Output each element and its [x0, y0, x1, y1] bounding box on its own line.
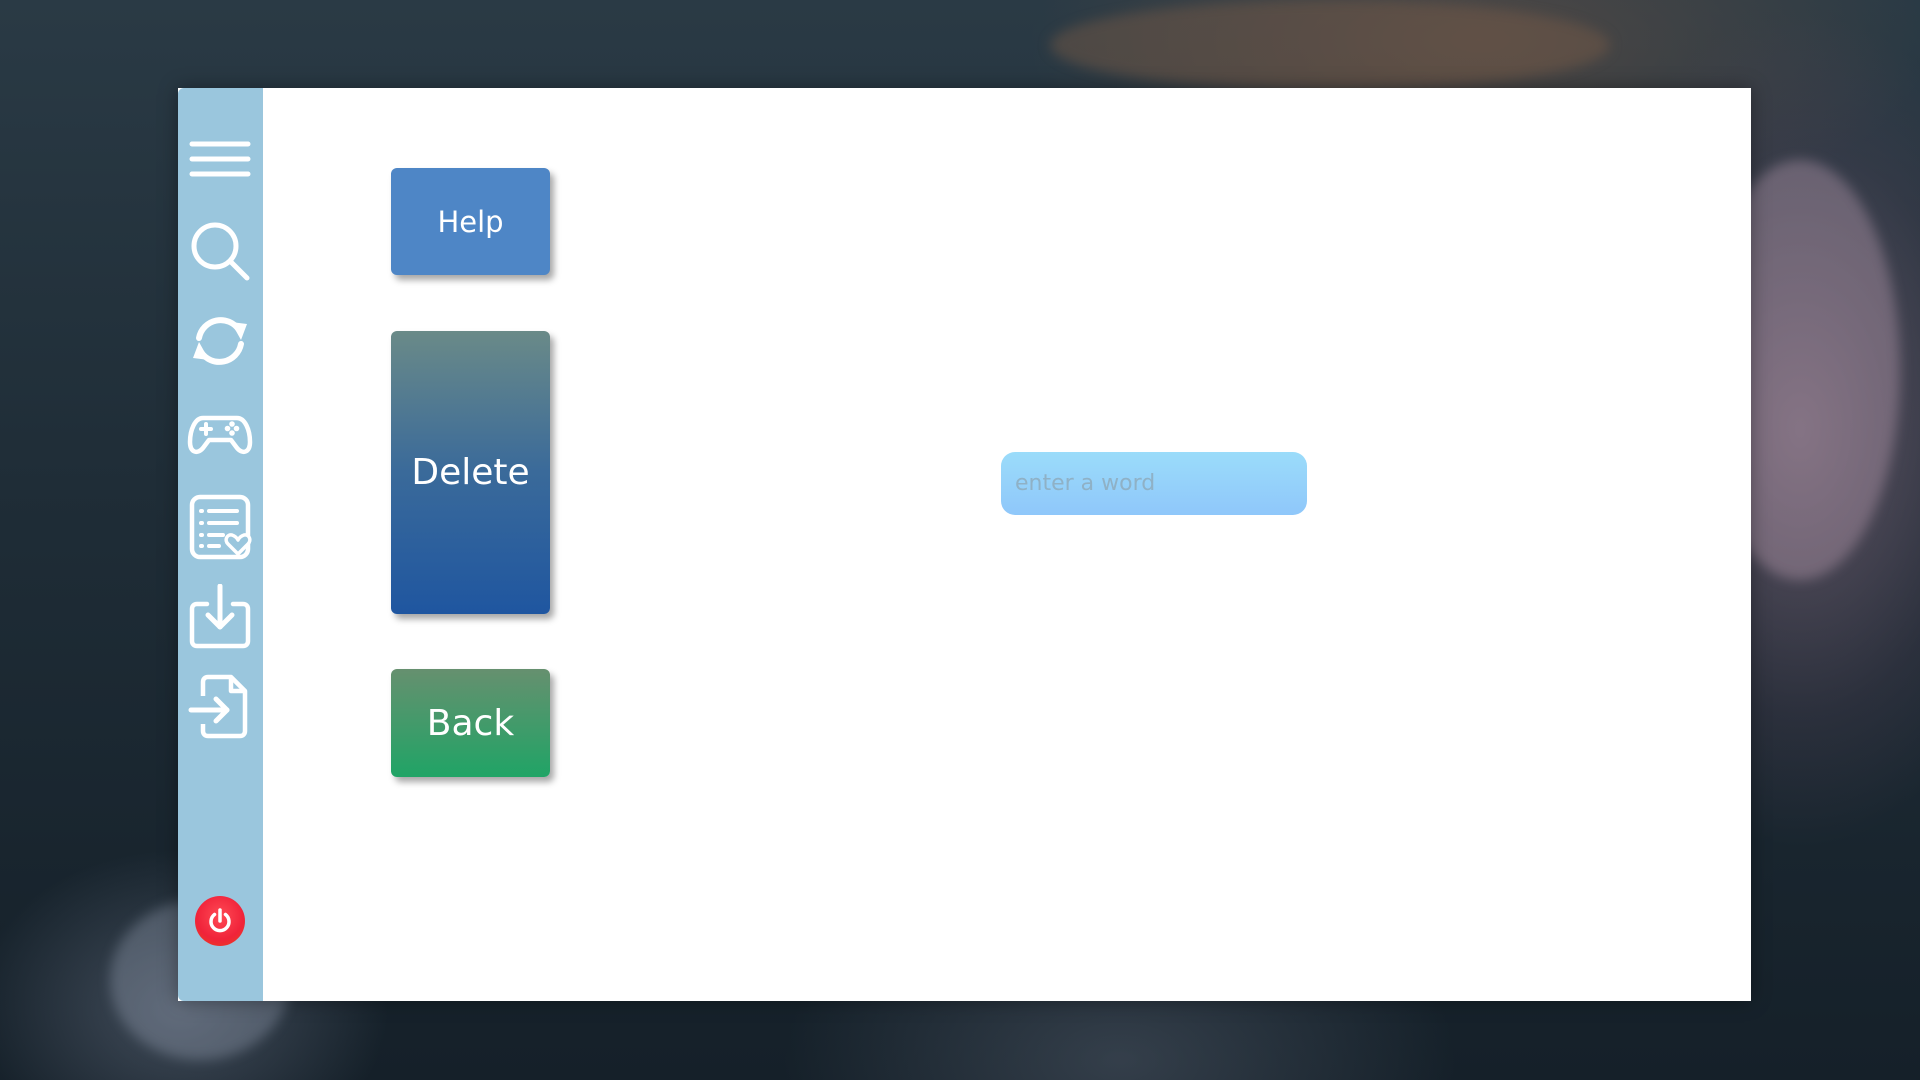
refresh-icon: [193, 317, 247, 365]
import-file-button[interactable]: [187, 674, 253, 740]
refresh-button[interactable]: [187, 308, 253, 374]
back-button[interactable]: Back: [391, 669, 550, 777]
hamburger-menu-icon: [189, 141, 251, 177]
search-icon: [191, 222, 250, 281]
favorite-list-icon: [189, 494, 252, 560]
delete-button[interactable]: Delete: [391, 331, 550, 614]
download-icon: [189, 584, 251, 649]
power-button[interactable]: [195, 896, 245, 946]
search-button[interactable]: [187, 218, 253, 284]
games-button[interactable]: [187, 400, 253, 466]
download-button[interactable]: [187, 584, 253, 650]
file-import-icon: [188, 674, 248, 739]
background-artwork-top: [1050, 0, 1610, 90]
sidebar: [178, 88, 263, 1001]
help-button[interactable]: Help: [391, 168, 550, 275]
menu-button[interactable]: [187, 128, 253, 194]
word-input[interactable]: [1001, 452, 1307, 515]
gamepad-icon: [187, 415, 253, 455]
app-window: Help Delete Back: [178, 88, 1751, 1001]
power-icon: [209, 908, 231, 933]
favorites-list-button[interactable]: [187, 494, 253, 560]
